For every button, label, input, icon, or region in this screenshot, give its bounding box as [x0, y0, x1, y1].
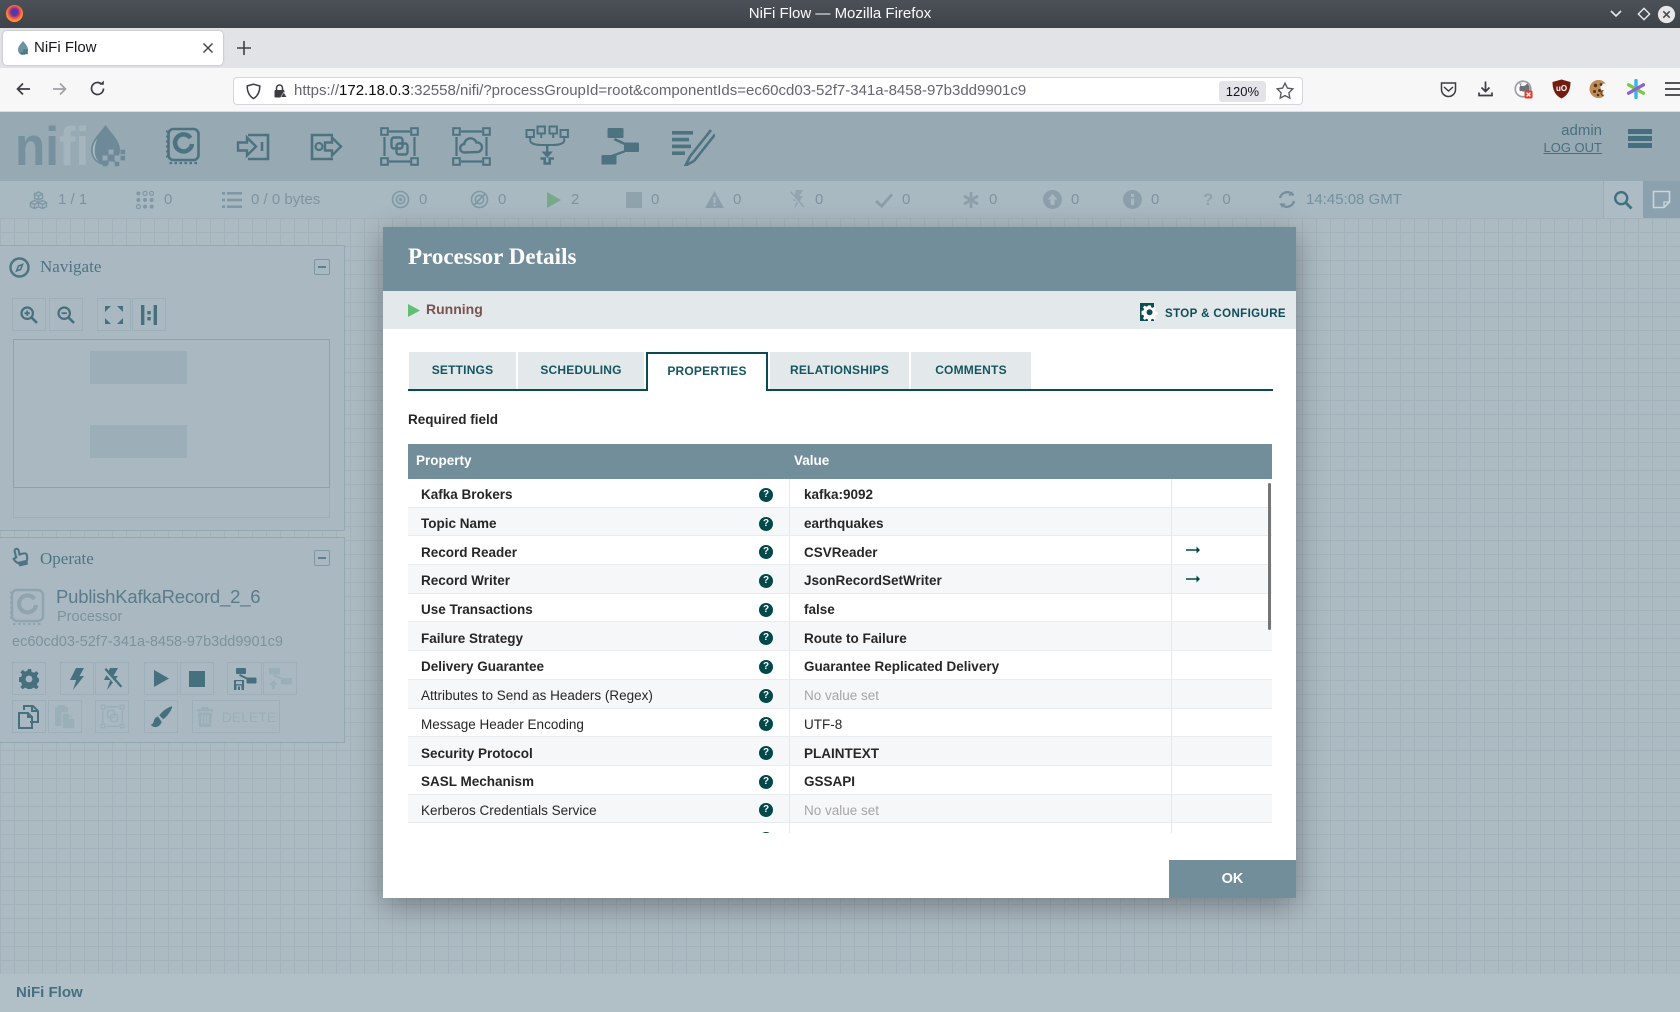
svg-text:uO: uO [1556, 84, 1567, 93]
